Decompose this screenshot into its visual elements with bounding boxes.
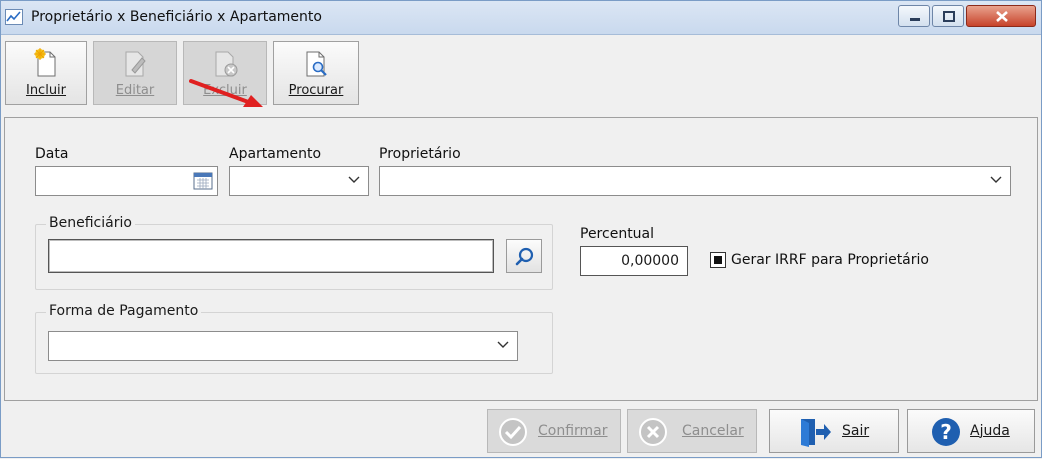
minimize-button[interactable]: [898, 5, 930, 27]
percentual-value: 0,00000: [621, 253, 679, 269]
data-label: Data: [35, 146, 69, 162]
beneficiario-group: Beneficiário: [35, 215, 553, 290]
chevron-down-icon: [348, 176, 360, 183]
maximize-icon: [943, 11, 955, 22]
confirmar-label: Confirmar: [538, 423, 608, 439]
percentual-label: Percentual: [580, 226, 655, 242]
procurar-button[interactable]: Procurar: [273, 41, 359, 105]
calendar-icon[interactable]: [193, 172, 213, 190]
incluir-button[interactable]: Incluir: [5, 41, 87, 105]
sair-label: Sair: [842, 423, 870, 439]
minimize-icon: [910, 18, 920, 21]
exit-door-icon: [801, 419, 831, 447]
procurar-label: Procurar: [288, 83, 344, 98]
cancelar-button[interactable]: Cancelar: [627, 409, 757, 453]
percentual-input[interactable]: 0,00000: [580, 246, 688, 276]
search-document-icon: [306, 51, 327, 77]
toolbar: Incluir Editar Excluir Procurar: [1, 37, 1041, 111]
gerar-irrf-label[interactable]: Gerar IRRF para Proprietário: [731, 252, 929, 268]
chevron-down-icon: [497, 341, 509, 348]
help-icon: ?: [932, 418, 960, 446]
cancelar-label: Cancelar: [682, 423, 744, 439]
sair-button[interactable]: Sair: [769, 409, 899, 453]
proprietario-select[interactable]: [379, 166, 1011, 196]
form-panel: Data Apartamento Proprietário Beneficiár…: [4, 117, 1038, 401]
new-document-icon: [34, 48, 56, 77]
forma-pagamento-group: Forma de Pagamento: [35, 303, 553, 374]
chevron-down-icon: [990, 176, 1002, 183]
apartamento-label: Apartamento: [229, 146, 322, 162]
maximize-button[interactable]: [932, 5, 964, 27]
close-button[interactable]: [966, 5, 1036, 27]
incluir-label: Incluir: [25, 83, 67, 98]
edit-document-icon: [125, 51, 146, 77]
ajuda-button[interactable]: ? Ajuda: [907, 409, 1035, 453]
ajuda-label: Ajuda: [970, 423, 1010, 439]
beneficiario-input[interactable]: [48, 239, 494, 273]
close-icon: [996, 11, 1008, 22]
footer-bar: Confirmar Cancelar Sair ? Ajuda: [1, 403, 1041, 459]
title-bar: Proprietário x Beneficiário x Apartament…: [1, 1, 1041, 35]
check-circle-icon: [499, 418, 527, 446]
red-arrow-annotation: [189, 79, 263, 107]
cancel-circle-icon: [639, 418, 667, 446]
editar-button[interactable]: Editar: [93, 41, 177, 105]
editar-label: Editar: [115, 83, 155, 98]
apartamento-select[interactable]: [229, 166, 369, 196]
forma-pagamento-label: Forma de Pagamento: [46, 303, 202, 319]
svg-text:?: ?: [940, 420, 952, 444]
window-title: Proprietário x Beneficiário x Apartament…: [31, 9, 322, 25]
data-field[interactable]: [35, 166, 218, 196]
search-icon: [515, 247, 534, 266]
beneficiario-search-button[interactable]: [506, 239, 542, 273]
delete-document-icon: [215, 51, 238, 77]
beneficiario-label: Beneficiário: [46, 215, 135, 231]
gerar-irrf-checkbox[interactable]: [710, 252, 726, 268]
confirmar-button[interactable]: Confirmar: [487, 409, 621, 453]
proprietario-label: Proprietário: [379, 146, 461, 162]
app-window: Proprietário x Beneficiário x Apartament…: [0, 0, 1042, 458]
forma-pagamento-select[interactable]: [48, 331, 518, 361]
chart-line-icon: [5, 9, 23, 25]
